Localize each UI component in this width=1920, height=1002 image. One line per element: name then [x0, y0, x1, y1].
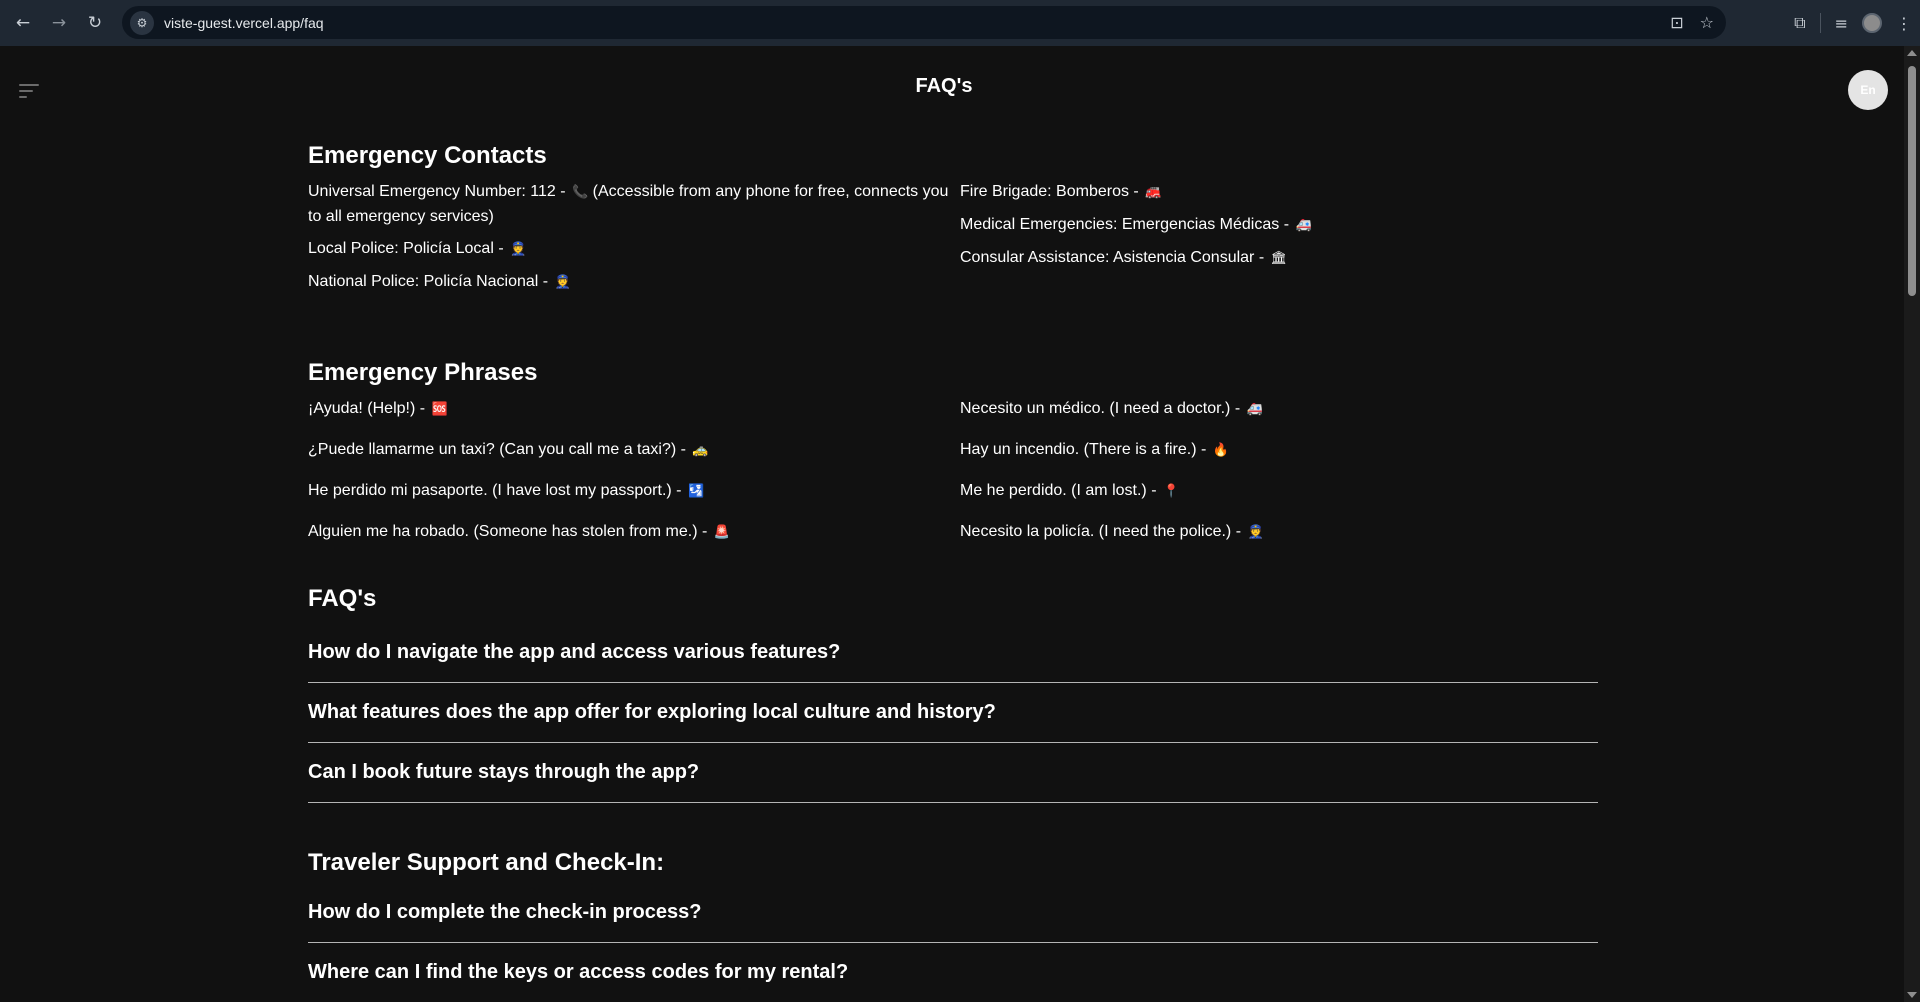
scroll-thumb[interactable] [1908, 66, 1916, 296]
faq-question[interactable]: How do I navigate the app and access var… [308, 641, 1598, 683]
phrase-item: ¡Ayuda! (Help!) - 🆘 [308, 400, 448, 417]
more-menu-icon[interactable]: ⋮ [1896, 14, 1912, 33]
faq-section: FAQ's How do I navigate the app and acce… [308, 585, 1598, 803]
address-bar[interactable]: ⚙ viste-guest.vercel.app/faq ⊡ ☆ [122, 6, 1726, 39]
phrase-item: He perdido mi pasaporte. (I have lost my… [308, 482, 705, 499]
siren-icon: 🚨 [713, 525, 730, 540]
police-officer-icon: 👮 [510, 242, 527, 257]
contact-item: National Police: Policía Nacional - 👮 [308, 273, 571, 290]
section-title: Emergency Phrases [308, 359, 538, 386]
passport-control-icon: 🛂 [687, 484, 705, 499]
police-officer-icon: 👮 [1247, 525, 1264, 540]
phrase-item: Me he perdido. (I am lost.) - 📍 [960, 482, 1180, 499]
main-content: Emergency Contacts Universal Emergency N… [308, 142, 1598, 1002]
section-title: FAQ's [308, 585, 377, 612]
profile-avatar-icon[interactable] [1862, 13, 1882, 33]
faq-question[interactable]: Where can I find the keys or access code… [308, 961, 1598, 1002]
page-title: FAQ's [915, 75, 973, 97]
section-title: Emergency Contacts [308, 142, 547, 169]
ambulance-icon: 🚑 [1295, 218, 1312, 233]
sos-icon: 🆘 [431, 402, 448, 417]
contact-item: Fire Brigade: Bomberos - 🚒 [960, 183, 1162, 200]
phrase-item: Hay un incendio. (There is a fire.) - 🔥 [960, 441, 1229, 458]
bookmark-star-icon[interactable]: ☆ [1700, 13, 1714, 32]
map-pin-icon: 📍 [1162, 484, 1180, 499]
fire-engine-icon: 🚒 [1145, 185, 1162, 200]
media-icon[interactable]: ≡ [1835, 14, 1848, 33]
page: FAQ's En Emergency Contacts Universal Em… [0, 46, 1904, 1002]
scroll-up-icon[interactable] [1907, 50, 1917, 56]
contact-item: Medical Emergencies: Emergencias Médicas… [960, 216, 1312, 233]
url-text[interactable]: viste-guest.vercel.app/faq [164, 15, 324, 31]
phrase-item: Necesito un médico. (I need a doctor.) -… [960, 400, 1263, 417]
faq-question[interactable]: How do I complete the check-in process? [308, 901, 1598, 943]
phrase-item: Necesito la policía. (I need the police.… [960, 523, 1264, 540]
scroll-down-icon[interactable] [1907, 992, 1917, 998]
emergency-phrases-section: Emergency Phrases ¡Ayuda! (Help!) - 🆘 ¿P… [308, 359, 1598, 561]
traveler-support-section: Traveler Support and Check-In: How do I … [308, 849, 1598, 1002]
install-app-icon[interactable]: ⊡ [1670, 13, 1683, 32]
extensions-icon[interactable]: ⧉ [1794, 13, 1805, 33]
faq-question[interactable]: Can I book future stays through the app? [308, 761, 1598, 803]
browser-toolbar: ← → ↻ ⚙ viste-guest.vercel.app/faq ⊡ ☆ ⧉… [0, 0, 1920, 46]
emergency-contacts-section: Emergency Contacts Universal Emergency N… [308, 142, 1598, 303]
reload-icon[interactable]: ↻ [82, 10, 108, 36]
contact-item: Local Police: Policía Local - 👮 [308, 240, 527, 257]
classical-building-icon: 🏛 [1270, 251, 1288, 266]
phrase-item: Alguien me ha robado. (Someone has stole… [308, 523, 730, 540]
contact-item: Consular Assistance: Asistencia Consular… [960, 249, 1288, 266]
back-arrow-icon[interactable]: ← [10, 10, 36, 36]
ambulance-icon: 🚑 [1246, 402, 1263, 417]
phrase-item: ¿Puede llamarme un taxi? (Can you call m… [308, 441, 709, 458]
phone-icon: 📞 [572, 185, 589, 200]
language-button[interactable]: En [1848, 70, 1888, 110]
toolbar-divider [1819, 13, 1821, 33]
fire-icon: 🔥 [1212, 443, 1229, 458]
faq-question[interactable]: What features does the app offer for exp… [308, 701, 1598, 743]
forward-arrow-icon[interactable]: → [46, 10, 72, 36]
site-info-icon[interactable]: ⚙ [130, 10, 154, 35]
taxi-icon: 🚕 [692, 443, 709, 458]
section-title: Traveler Support and Check-In: [308, 849, 665, 876]
police-officer-icon: 👮 [554, 275, 571, 290]
contact-item: Universal Emergency Number: 112 - 📞 (Acc… [308, 183, 949, 225]
scrollbar[interactable] [1904, 46, 1920, 1002]
